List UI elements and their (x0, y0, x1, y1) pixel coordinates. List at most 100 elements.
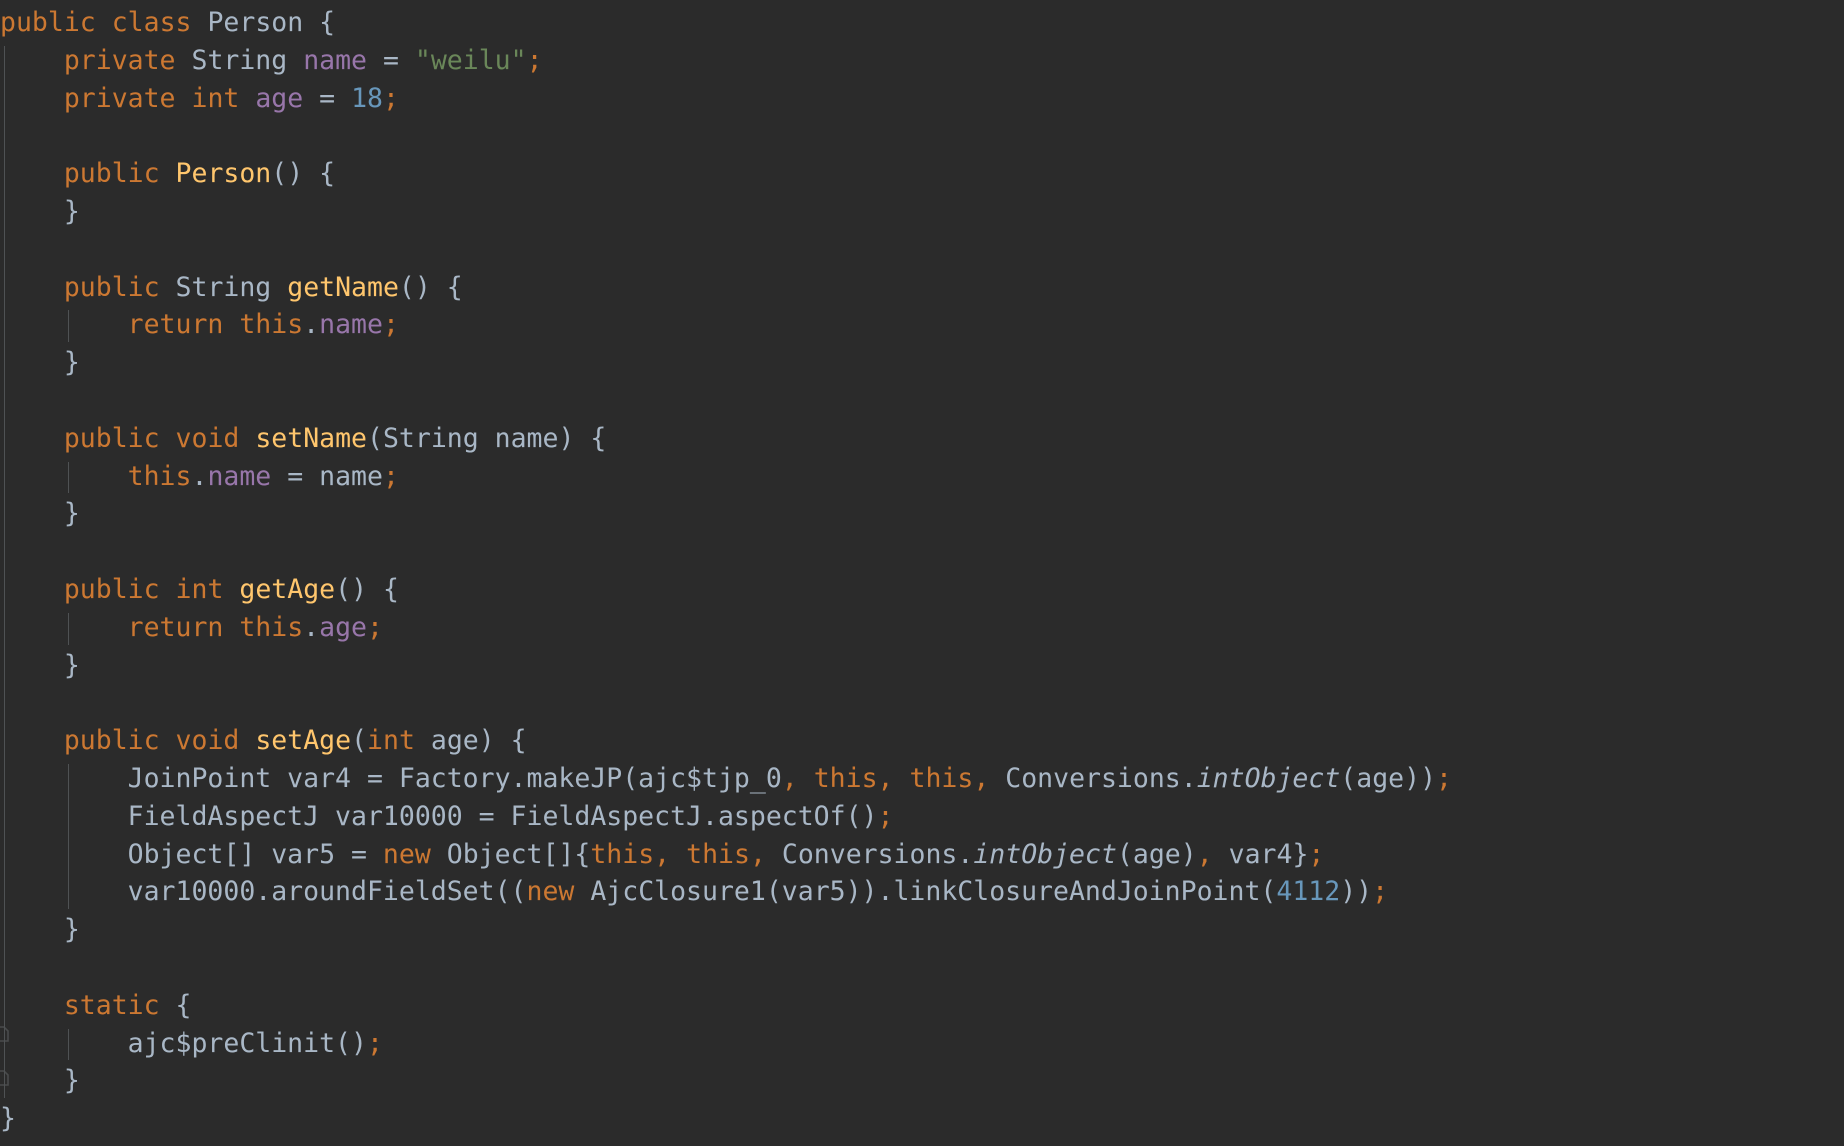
code-token-stat: intObject (973, 838, 1117, 870)
code-token-kw: this (909, 762, 974, 794)
code-token-id: () { (335, 573, 399, 605)
code-token-meth: getName (287, 271, 399, 303)
code-token-id (223, 612, 239, 643)
code-token-semi: , (654, 838, 671, 870)
code-token-kw: public (63, 573, 160, 605)
code-line[interactable]: public void setName(String name) { (0, 420, 1844, 458)
code-line[interactable]: } (0, 911, 1844, 949)
code-token-kw: this (239, 309, 304, 341)
code-token-semi: ; (877, 800, 894, 832)
code-token-kw: new (382, 838, 431, 870)
code-token-semi: ; (382, 460, 399, 492)
code-token-fld: age (319, 611, 368, 643)
code-token-id: } (0, 1103, 16, 1135)
code-token-id (271, 272, 287, 303)
code-token-id (894, 763, 910, 794)
code-token-semi: , (749, 838, 766, 870)
code-token-id (223, 309, 239, 340)
code-line[interactable]: public int getAge() { (0, 571, 1844, 609)
code-token-semi: ; (382, 309, 399, 341)
code-token-id: Conversions. (781, 838, 974, 870)
code-editor[interactable]: public class Person { private String nam… (0, 0, 1844, 1146)
code-line[interactable] (0, 231, 1844, 269)
code-token-id: (String name) { (367, 422, 607, 454)
code-token-kw: public (63, 158, 160, 190)
code-token-semi: , (1196, 838, 1213, 870)
code-line[interactable]: public class Person { (0, 4, 1844, 42)
code-token-id: { (159, 989, 192, 1021)
code-line[interactable]: this.name = name; (0, 458, 1844, 496)
code-line[interactable]: JoinPoint var4 = Factory.makeJP(ajc$tjp_… (0, 760, 1844, 798)
code-token-semi: , (973, 762, 990, 794)
code-token-id (176, 45, 192, 76)
code-token-id: = name (271, 460, 383, 492)
code-token-kw: this (127, 460, 192, 492)
code-line[interactable]: } (0, 193, 1844, 231)
code-token-meth: setAge (255, 725, 352, 757)
code-token-id (191, 7, 207, 38)
code-line[interactable]: private String name = "weilu"; (0, 42, 1844, 80)
code-token-stat: intObject (1196, 762, 1341, 794)
code-token-id: Conversions. (1005, 762, 1197, 794)
code-token-id (287, 45, 303, 76)
code-line[interactable]: ajc$preClinit(); (0, 1025, 1844, 1063)
code-token-id: )) (1340, 876, 1373, 908)
code-line[interactable]: public void setAge(int age) { (0, 722, 1844, 760)
code-line[interactable]: Object[] var5 = new Object[]{this, this,… (0, 836, 1844, 874)
code-token-id: } (63, 1065, 80, 1097)
code-token-kw: public (63, 271, 160, 303)
code-token-id: JoinPoint var4 = Factory.makeJP(ajc$tjp_… (127, 762, 782, 794)
code-line[interactable]: } (0, 1062, 1844, 1100)
code-line[interactable]: return this.age; (0, 609, 1844, 647)
code-token-id: ajc$preClinit() (127, 1027, 367, 1059)
code-line[interactable]: } (0, 647, 1844, 685)
code-line[interactable]: var10000.aroundFieldSet((new AjcClosure1… (0, 873, 1844, 911)
code-token-num: 4112 (1276, 876, 1341, 908)
code-line[interactable] (0, 533, 1844, 571)
code-line[interactable] (0, 382, 1844, 420)
code-token-id (766, 839, 782, 870)
code-token-id (160, 574, 176, 605)
code-line[interactable] (0, 949, 1844, 987)
code-content[interactable]: public class Person { private String nam… (0, 4, 1844, 1138)
code-line[interactable] (0, 117, 1844, 155)
code-line[interactable]: public String getName() { (0, 269, 1844, 307)
code-token-id (989, 763, 1005, 794)
code-line[interactable]: } (0, 344, 1844, 382)
code-token-id (798, 763, 814, 794)
code-token-str: "weilu" (414, 44, 527, 76)
code-line[interactable]: static { (0, 987, 1844, 1025)
code-token-id (160, 158, 176, 189)
code-token-fld: age (255, 82, 304, 114)
code-token-kw: private (63, 44, 176, 76)
code-line[interactable]: FieldAspectJ var10000 = FieldAspectJ.asp… (0, 798, 1844, 836)
code-line[interactable]: public Person() { (0, 155, 1844, 193)
code-token-kw: public (63, 725, 160, 757)
code-token-num: 18 (351, 82, 383, 114)
code-token-kw: this (239, 611, 304, 643)
code-token-kw: return (127, 611, 224, 643)
code-line[interactable]: private int age = 18; (0, 80, 1844, 118)
code-token-fld: name (303, 44, 368, 76)
code-line[interactable]: return this.name; (0, 306, 1844, 344)
code-token-kw: public (63, 422, 160, 454)
code-token-id (160, 725, 176, 756)
code-token-semi: ; (383, 82, 399, 114)
code-token-kw: return (127, 309, 224, 341)
code-token-semi: ; (367, 611, 383, 643)
code-token-id: () { (398, 271, 463, 303)
code-token-semi: ; (1372, 876, 1389, 908)
code-line[interactable]: } (0, 495, 1844, 533)
code-token-id: (age) (1116, 838, 1197, 870)
code-line[interactable]: } (0, 1100, 1844, 1138)
code-line[interactable] (0, 684, 1844, 722)
